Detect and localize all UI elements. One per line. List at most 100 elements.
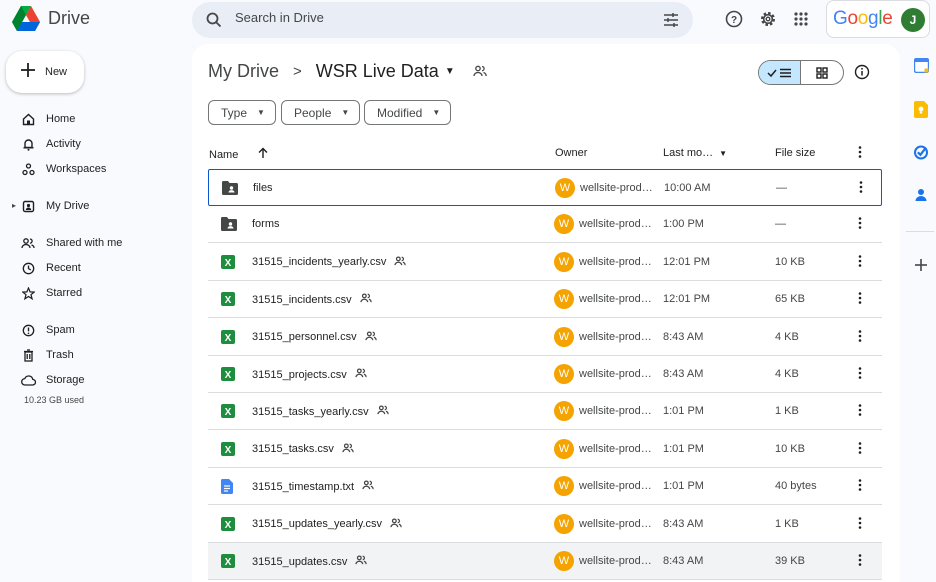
shared-folder-icon [221,217,237,233]
apps-grid-icon[interactable] [791,9,811,29]
file-name[interactable]: 31515_timestamp.txt [252,480,374,493]
file-name[interactable]: 31515_updates.csv [252,555,368,568]
sidebar-item-recent[interactable]: Recent [0,257,190,279]
sidebar-item-shared-with-me[interactable]: Shared with me [0,232,190,254]
last-modified: 1:01 PM [663,442,704,455]
search-options-icon[interactable] [663,12,679,31]
more-actions-icon[interactable] [858,441,864,458]
sort-dropdown-icon[interactable]: ▼ [719,149,727,158]
keep-icon[interactable] [912,100,930,118]
file-size: 4 KB [775,368,799,380]
spreadsheet-icon: X [221,367,237,383]
file-row[interactable]: X 31515_personnel.csv Wwellsite-prod… 8:43 … [208,319,882,356]
svg-text:X: X [225,295,232,306]
file-row[interactable]: X 31515_updates_yearly.csv Wwellsite-prod…… [208,506,882,543]
type-filter-chip[interactable]: Type ▼ [208,100,276,125]
folder-menu-caret-icon[interactable]: ▼ [445,66,455,77]
name-column-header[interactable]: Name [209,147,268,162]
user-avatar[interactable]: J [901,8,925,32]
last-modified: 12:01 PM [663,293,711,306]
file-row[interactable]: X 31515_projects.csv Wwellsite-prod… 8:43 A… [208,356,882,393]
sidebar-item-workspaces[interactable]: Workspaces [0,158,190,180]
breadcrumb-my-drive[interactable]: My Drive [208,61,279,82]
column-label: File size [775,147,816,159]
sidebar-item-home[interactable]: Home [0,108,190,130]
file-name[interactable]: 31515_incidents.csv [252,293,372,306]
file-size: 1 KB [775,517,799,530]
file-name[interactable]: files [253,182,273,194]
settings-gear-icon[interactable] [758,9,778,29]
help-icon[interactable]: ? [724,9,744,29]
shared-people-icon [360,293,372,306]
people-filter-chip[interactable]: People ▼ [281,100,361,125]
file-name-text: 31515_updates.csv [252,555,348,568]
search-bar[interactable] [192,2,693,38]
more-actions-icon[interactable] [858,329,864,346]
file-row[interactable]: X 31515_tasks_yearly.csv Wwellsite-prod… 1:… [208,393,882,431]
tasks-icon[interactable] [912,143,930,161]
file-row[interactable]: files Wwellsite-prod… 10:00 AM — [208,169,882,206]
file-row[interactable]: X 31515_incidents_yearly.csv Wwellsite-pro… [208,244,882,281]
modified-filter-chip[interactable]: Modified ▼ [364,100,452,125]
trash-icon [20,347,36,363]
sidebar-item-label: Activity [46,138,81,150]
add-addon-plus-icon[interactable] [912,256,930,274]
new-button[interactable]: New [6,51,84,93]
owner-avatar: W [554,364,574,384]
more-actions-icon[interactable] [858,254,864,271]
more-actions-icon[interactable] [858,516,864,533]
file-row[interactable]: forms Wwellsite-prod… 1:00 PM — [208,206,882,244]
google-wordmark: Google [833,8,893,29]
sidebar-item-spam[interactable]: Spam [0,319,190,341]
account-switcher[interactable]: Google J [826,0,930,38]
more-actions-icon[interactable] [858,291,864,308]
info-icon[interactable] [854,64,870,83]
expand-caret-icon[interactable]: ▸ [12,201,16,210]
list-view-button[interactable] [759,61,802,84]
contacts-icon[interactable] [912,186,930,204]
shared-folder-icon[interactable] [473,61,487,82]
file-name[interactable]: 31515_tasks.csv [252,443,354,456]
file-name[interactable]: 31515_incidents_yearly.csv [252,256,406,269]
sidebar-item-activity[interactable]: Activity [0,133,190,155]
bell-icon [20,136,36,152]
more-actions-icon[interactable] [859,180,865,197]
more-actions-icon[interactable] [858,553,864,570]
file-name[interactable]: 31515_projects.csv [252,368,367,381]
drive-logo[interactable]: Drive [12,6,90,31]
star-icon [20,285,36,301]
shared-folder-icon [222,181,238,197]
file-name[interactable]: forms [252,218,280,230]
file-row[interactable]: X 31515_updates.csv Wwellsite-prod… 8:43 AM… [208,543,882,580]
grid-view-button[interactable] [801,61,843,84]
owner-name: wellsite-prod… [579,368,652,380]
file-name-text: 31515_timestamp.txt [252,480,355,493]
search-icon[interactable] [206,12,222,31]
sort-up-arrow-icon[interactable] [258,147,268,162]
owner-column-header[interactable]: Owner [555,147,587,159]
file-name[interactable]: 31515_tasks_yearly.csv [252,405,389,418]
file-row[interactable]: X 31515_tasks.csv Wwellsite-prod… 1:01 PM 10… [208,431,882,468]
file-row[interactable]: 31515_timestamp.txt Wwellsite-prod… 1:01 P… [208,468,882,506]
sidebar-item-starred[interactable]: Starred [0,282,190,304]
search-input[interactable] [235,10,635,25]
chip-label: People [294,105,332,120]
file-row[interactable]: X 31515_incidents.csv Wwellsite-prod… 12:01… [208,281,882,319]
sidebar-item-storage[interactable]: Storage [0,369,190,391]
last-modified-column-header[interactable]: Last mo… ▼ [663,147,727,159]
column-options-icon[interactable] [858,145,862,159]
file-name[interactable]: 31515_updates_yearly.csv [252,518,402,531]
file-size: 39 KB [775,555,805,567]
more-actions-icon[interactable] [858,478,864,495]
calendar-icon[interactable] [912,56,930,74]
file-size-column-header[interactable]: File size [775,147,815,159]
more-actions-icon[interactable] [858,403,864,420]
more-actions-icon[interactable] [858,366,864,383]
sidebar-item-trash[interactable]: Trash [0,344,190,366]
sidebar-item-my-drive[interactable]: ▸ My Drive [0,195,190,217]
breadcrumb-current-folder[interactable]: WSR Live Data [316,61,439,82]
file-name[interactable]: 31515_personnel.csv [252,331,377,344]
more-actions-icon[interactable] [858,216,864,233]
owner-name: wellsite-prod… [579,555,652,567]
chip-label: Type [221,105,248,120]
